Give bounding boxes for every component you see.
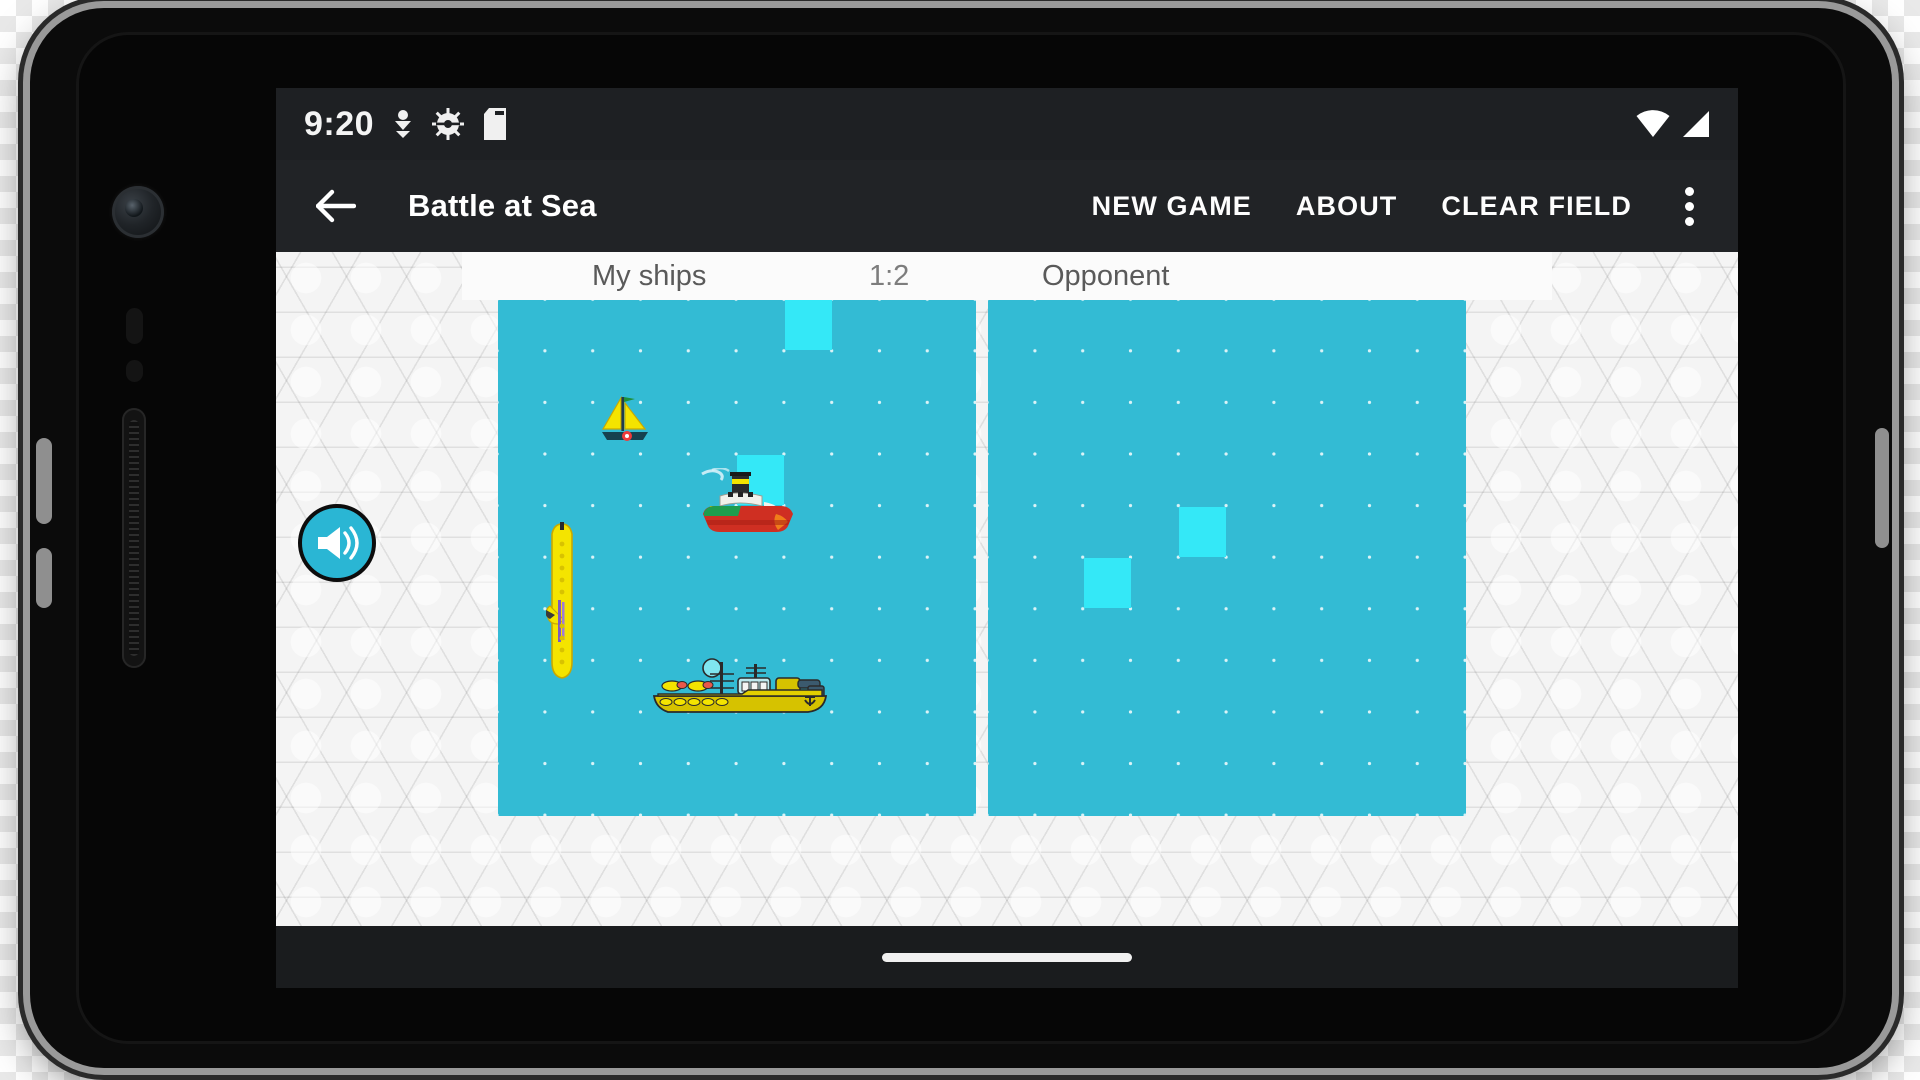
- power-button[interactable]: [36, 548, 52, 608]
- new-game-button[interactable]: NEW GAME: [1070, 181, 1274, 232]
- board-labels-band: My ships 1:2 Opponent: [462, 252, 1552, 300]
- back-button[interactable]: [310, 180, 362, 232]
- app-toolbar: Battle at Sea NEW GAME ABOUT CLEAR FIELD: [276, 160, 1738, 252]
- hit-marker: [1084, 558, 1131, 608]
- download-icon: [392, 109, 414, 139]
- page-title: Battle at Sea: [408, 188, 597, 223]
- sd-card-icon: [482, 108, 507, 140]
- proximity-sensor: [126, 308, 143, 344]
- sound-toggle-button[interactable]: [298, 504, 376, 582]
- system-nav-bar: [276, 926, 1738, 988]
- my-ships-board[interactable]: [498, 300, 976, 816]
- phone-device-frame: 9:20 Battle at Sea NEW GAME ABOUT CLEAR …: [30, 8, 1892, 1068]
- home-gesture-pill[interactable]: [882, 952, 1132, 962]
- overflow-dot: [1684, 201, 1694, 211]
- ship-steamer[interactable]: [698, 467, 802, 541]
- side-button[interactable]: [1875, 428, 1889, 548]
- status-bar-left: 9:20: [304, 104, 507, 144]
- opponent-label: Opponent: [1042, 259, 1170, 292]
- status-bar-right: [1636, 110, 1710, 138]
- light-sensor: [126, 360, 143, 382]
- my-ships-label: My ships: [592, 259, 707, 292]
- overflow-dot: [1684, 216, 1694, 226]
- settings-gear-icon: [432, 108, 465, 140]
- clear-field-button[interactable]: CLEAR FIELD: [1419, 181, 1654, 232]
- grid-dots: [988, 300, 1466, 816]
- status-clock: 9:20: [304, 104, 375, 143]
- ship-sailboat[interactable]: [598, 395, 660, 456]
- ship-submarine[interactable]: [545, 522, 590, 685]
- opponent-board[interactable]: [988, 300, 1466, 816]
- status-bar: 9:20: [276, 88, 1738, 160]
- overflow-menu-icon[interactable]: [1662, 179, 1716, 233]
- game-area: My ships 1:2 Opponent: [276, 252, 1738, 988]
- score-label: 1:2: [869, 259, 910, 292]
- toolbar-actions: NEW GAME ABOUT CLEAR FIELD: [1070, 179, 1716, 233]
- speaker-grille-lines: [129, 420, 139, 656]
- ship-battleship[interactable]: [650, 652, 832, 723]
- overflow-dot: [1684, 186, 1694, 196]
- front-camera-lens: [125, 199, 143, 217]
- hit-marker: [785, 300, 832, 350]
- hit-marker: [1179, 507, 1226, 557]
- about-button[interactable]: ABOUT: [1274, 181, 1420, 232]
- volume-button[interactable]: [36, 438, 52, 524]
- phone-screen: 9:20 Battle at Sea NEW GAME ABOUT CLEAR …: [276, 88, 1738, 988]
- wifi-icon: [1636, 110, 1670, 138]
- cellular-signal-icon: [1682, 110, 1710, 138]
